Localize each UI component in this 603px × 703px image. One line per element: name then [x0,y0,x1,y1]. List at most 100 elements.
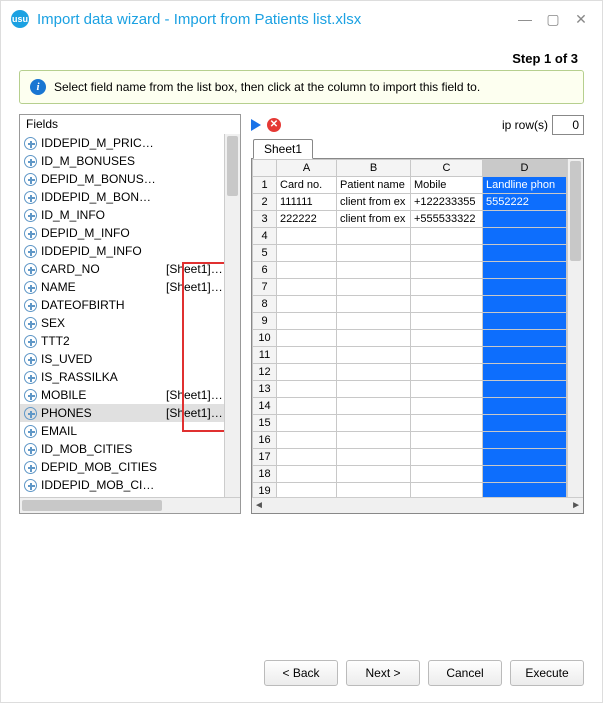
cell[interactable] [277,381,337,398]
cell[interactable] [277,449,337,466]
cell[interactable] [483,211,567,228]
back-button[interactable]: < Back [264,660,338,686]
cell[interactable]: +122233355 [411,194,483,211]
cell[interactable] [411,364,483,381]
cell[interactable] [483,245,567,262]
cell[interactable] [483,381,567,398]
cell[interactable] [411,245,483,262]
cell[interactable] [483,364,567,381]
cell[interactable] [337,398,411,415]
field-row[interactable]: DATEOFBIRTH [20,296,224,314]
cell[interactable] [337,296,411,313]
cell[interactable] [337,347,411,364]
field-row[interactable]: TTT2 [20,332,224,350]
cell[interactable] [411,347,483,364]
field-row[interactable]: NAME[Sheet1]B... [20,278,224,296]
column-header[interactable]: A [277,160,337,177]
row-header[interactable]: 5 [253,245,277,262]
sheet-corner[interactable] [253,160,277,177]
cell[interactable] [411,432,483,449]
cell[interactable] [277,262,337,279]
cell[interactable] [411,330,483,347]
cell[interactable]: client from ex [337,211,411,228]
cell[interactable] [411,279,483,296]
row-header[interactable]: 12 [253,364,277,381]
cell[interactable]: Landline phon [483,177,567,194]
scroll-left-icon[interactable]: ◄ [254,500,264,511]
cancel-button[interactable]: Cancel [428,660,502,686]
field-row[interactable]: MOBILE[Sheet1]C... [20,386,224,404]
cell[interactable] [337,381,411,398]
cell[interactable] [483,228,567,245]
sheet-grid[interactable]: ABCD1Card no.Patient nameMobileLandline … [252,159,567,497]
row-header[interactable]: 18 [253,466,277,483]
cell[interactable] [277,296,337,313]
cell[interactable] [277,483,337,498]
row-header[interactable]: 8 [253,296,277,313]
cell[interactable] [411,381,483,398]
cell[interactable] [277,432,337,449]
field-row[interactable]: IDDEPID_M_BONUSES [20,188,224,206]
cell[interactable] [337,262,411,279]
cell[interactable] [411,466,483,483]
scroll-right-icon[interactable]: ► [571,500,581,511]
play-icon[interactable] [251,119,261,131]
cell[interactable] [337,364,411,381]
cell[interactable] [277,415,337,432]
row-header[interactable]: 16 [253,432,277,449]
sheet-tab[interactable]: Sheet1 [253,139,313,159]
field-row[interactable]: SEX [20,314,224,332]
row-header[interactable]: 17 [253,449,277,466]
column-header[interactable]: C [411,160,483,177]
cell[interactable] [411,262,483,279]
field-row[interactable]: IDDEPID_M_INFO [20,242,224,260]
cell[interactable]: +555533322 [411,211,483,228]
row-header[interactable]: 15 [253,415,277,432]
cell[interactable] [411,313,483,330]
cell[interactable] [483,449,567,466]
close-icon[interactable]: ✕ [574,12,588,26]
cell[interactable] [337,330,411,347]
minimize-icon[interactable]: — [518,12,532,26]
fields-list[interactable]: IDDEPID_M_PRICELISTID_M_BONUSESDEPID_M_B… [20,134,224,497]
field-row[interactable]: IS_RASSILKA [20,368,224,386]
sheet-vertical-scrollbar[interactable] [567,159,583,497]
row-header[interactable]: 2 [253,194,277,211]
cell[interactable] [337,313,411,330]
cell[interactable] [277,347,337,364]
maximize-icon[interactable]: ▢ [546,12,560,26]
cell[interactable] [277,398,337,415]
row-header[interactable]: 6 [253,262,277,279]
skip-rows-input[interactable] [552,115,584,135]
execute-button[interactable]: Execute [510,660,584,686]
cell[interactable] [483,398,567,415]
cell[interactable] [277,245,337,262]
cell[interactable]: Patient name [337,177,411,194]
row-header[interactable]: 13 [253,381,277,398]
row-header[interactable]: 19 [253,483,277,498]
field-row[interactable]: EMAIL [20,422,224,440]
cell[interactable] [411,483,483,498]
cell[interactable] [277,364,337,381]
cell[interactable] [337,279,411,296]
row-header[interactable]: 7 [253,279,277,296]
cell[interactable] [483,313,567,330]
cell[interactable]: 5552222 [483,194,567,211]
cell[interactable] [483,279,567,296]
row-header[interactable]: 10 [253,330,277,347]
cell[interactable] [337,245,411,262]
field-row[interactable]: DEPID_MOB_CITIES [20,458,224,476]
column-header[interactable]: B [337,160,411,177]
field-row[interactable]: DEPID_M_INFO [20,224,224,242]
cell[interactable] [337,483,411,498]
cell[interactable] [277,313,337,330]
field-row[interactable]: ID_MOB_CITIES [20,440,224,458]
row-header[interactable]: 3 [253,211,277,228]
cell[interactable] [337,415,411,432]
column-header[interactable]: D [483,160,567,177]
field-row[interactable]: ID_M_BONUSES [20,152,224,170]
cell[interactable]: Mobile [411,177,483,194]
field-row[interactable]: IDDEPID_M_PRICELIST [20,134,224,152]
cell[interactable] [483,415,567,432]
cell[interactable] [411,415,483,432]
